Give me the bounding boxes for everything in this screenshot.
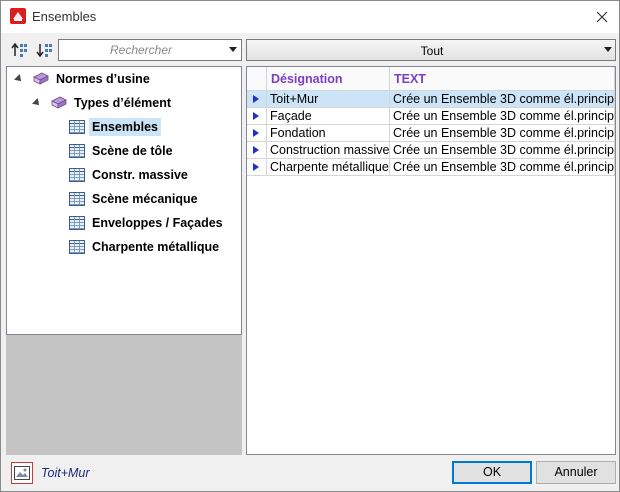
cell-designation[interactable]: Toit+Mur (267, 91, 390, 108)
cell-text[interactable]: Crée un Ensemble 3D comme él.principal (390, 159, 615, 176)
tree-label: Ensembles (89, 118, 162, 136)
table-row[interactable]: Charpente métallique Crée un Ensemble 3D… (247, 159, 615, 176)
table-header: Désignation TEXT (247, 67, 615, 91)
column-header-designation[interactable]: Désignation (267, 67, 390, 91)
sort-up-icon (11, 42, 27, 57)
filter-dropdown[interactable]: Tout (246, 39, 616, 61)
window-title: Ensembles (32, 9, 97, 24)
table-row[interactable]: Toit+Mur Crée un Ensemble 3D comme él.pr… (247, 91, 615, 108)
table-icon (69, 192, 85, 206)
cell-text[interactable]: Crée un Ensemble 3D comme él.principal (390, 125, 615, 142)
tree-item-ensembles[interactable]: Ensembles (69, 116, 162, 138)
tree-label: Types d’élément (74, 96, 172, 110)
cell-text[interactable]: Crée un Ensemble 3D comme él.principal (390, 108, 615, 125)
table-row[interactable]: Construction massive Crée un Ensemble 3D… (247, 142, 615, 159)
tree-item-charpente-metallique[interactable]: Charpente métallique (69, 236, 222, 258)
tree-item-enveloppes-facades[interactable]: Enveloppes / Façades (69, 212, 226, 234)
dialog-window: Ensembles Tout (0, 0, 620, 492)
book-icon (51, 96, 67, 110)
table-icon (69, 144, 85, 158)
sort-up-button[interactable] (9, 39, 31, 61)
filter-value: Tout (420, 44, 444, 58)
cell-designation[interactable]: Construction massive (267, 142, 390, 159)
row-marker-icon (253, 146, 259, 154)
image-icon (14, 466, 30, 480)
tree-node-root[interactable]: Normes d’usine (14, 68, 153, 90)
sort-down-icon (36, 44, 52, 58)
tree-label: Charpente métallique (92, 240, 220, 254)
row-header-corner (247, 67, 267, 91)
table-row[interactable]: Façade Crée un Ensemble 3D comme él.prin… (247, 108, 615, 125)
chevron-down-icon (604, 47, 612, 52)
cell-designation[interactable]: Façade (267, 108, 390, 125)
expander-icon[interactable] (14, 74, 24, 84)
cell-text[interactable]: Crée un Ensemble 3D comme él.principal (390, 91, 615, 108)
data-table[interactable]: Désignation TEXT Toit+Mur Crée un Ensemb… (246, 66, 616, 455)
cell-designation[interactable]: Fondation (267, 125, 390, 142)
tree-item-constr-massive[interactable]: Constr. massive (69, 164, 191, 186)
table-row[interactable]: Fondation Crée un Ensemble 3D comme él.p… (247, 125, 615, 142)
preview-toggle-button[interactable] (11, 462, 33, 484)
row-marker-icon (253, 112, 259, 120)
table-icon (69, 120, 85, 134)
row-indicator (247, 91, 267, 108)
row-indicator (247, 142, 267, 159)
book-icon (33, 72, 49, 86)
cell-designation[interactable]: Charpente métallique (267, 159, 390, 176)
app-icon (10, 8, 26, 24)
cell-text[interactable]: Crée un Ensemble 3D comme él.principal (390, 142, 615, 159)
tree-label: Normes d’usine (56, 72, 150, 86)
cancel-button[interactable]: Annuler (536, 461, 616, 484)
row-marker-icon (253, 129, 259, 137)
row-marker-icon (253, 95, 259, 103)
table-icon (69, 216, 85, 230)
row-marker-icon (253, 163, 259, 171)
tree-item-scene-de-tole[interactable]: Scène de tôle (69, 140, 176, 162)
search-input[interactable] (61, 42, 221, 58)
search-field[interactable] (58, 39, 242, 61)
row-indicator (247, 159, 267, 176)
column-header-text[interactable]: TEXT (390, 67, 615, 91)
tree-item-scene-mecanique[interactable]: Scène mécanique (69, 188, 201, 210)
tree-label: Scène de tôle (92, 144, 173, 158)
row-indicator (247, 125, 267, 142)
close-button[interactable] (589, 5, 615, 29)
ok-button[interactable]: OK (452, 461, 532, 484)
title-bar: Ensembles (1, 1, 619, 33)
sort-down-button[interactable] (34, 39, 56, 61)
tree-node-element-types[interactable]: Types d’élément (32, 92, 174, 114)
tree-label: Enveloppes / Façades (92, 216, 223, 230)
table-icon (69, 168, 85, 182)
close-icon (596, 11, 608, 23)
row-indicator (247, 108, 267, 125)
tree-label: Constr. massive (92, 168, 188, 182)
preview-area (6, 335, 242, 455)
table-icon (69, 240, 85, 254)
selected-item-label: Toit+Mur (41, 466, 90, 480)
tree-label: Scène mécanique (92, 192, 198, 206)
tree-view[interactable]: Normes d’usine Types d’élément Ensembles… (6, 66, 242, 335)
expander-icon[interactable] (32, 98, 42, 108)
chevron-down-icon[interactable] (229, 47, 237, 52)
